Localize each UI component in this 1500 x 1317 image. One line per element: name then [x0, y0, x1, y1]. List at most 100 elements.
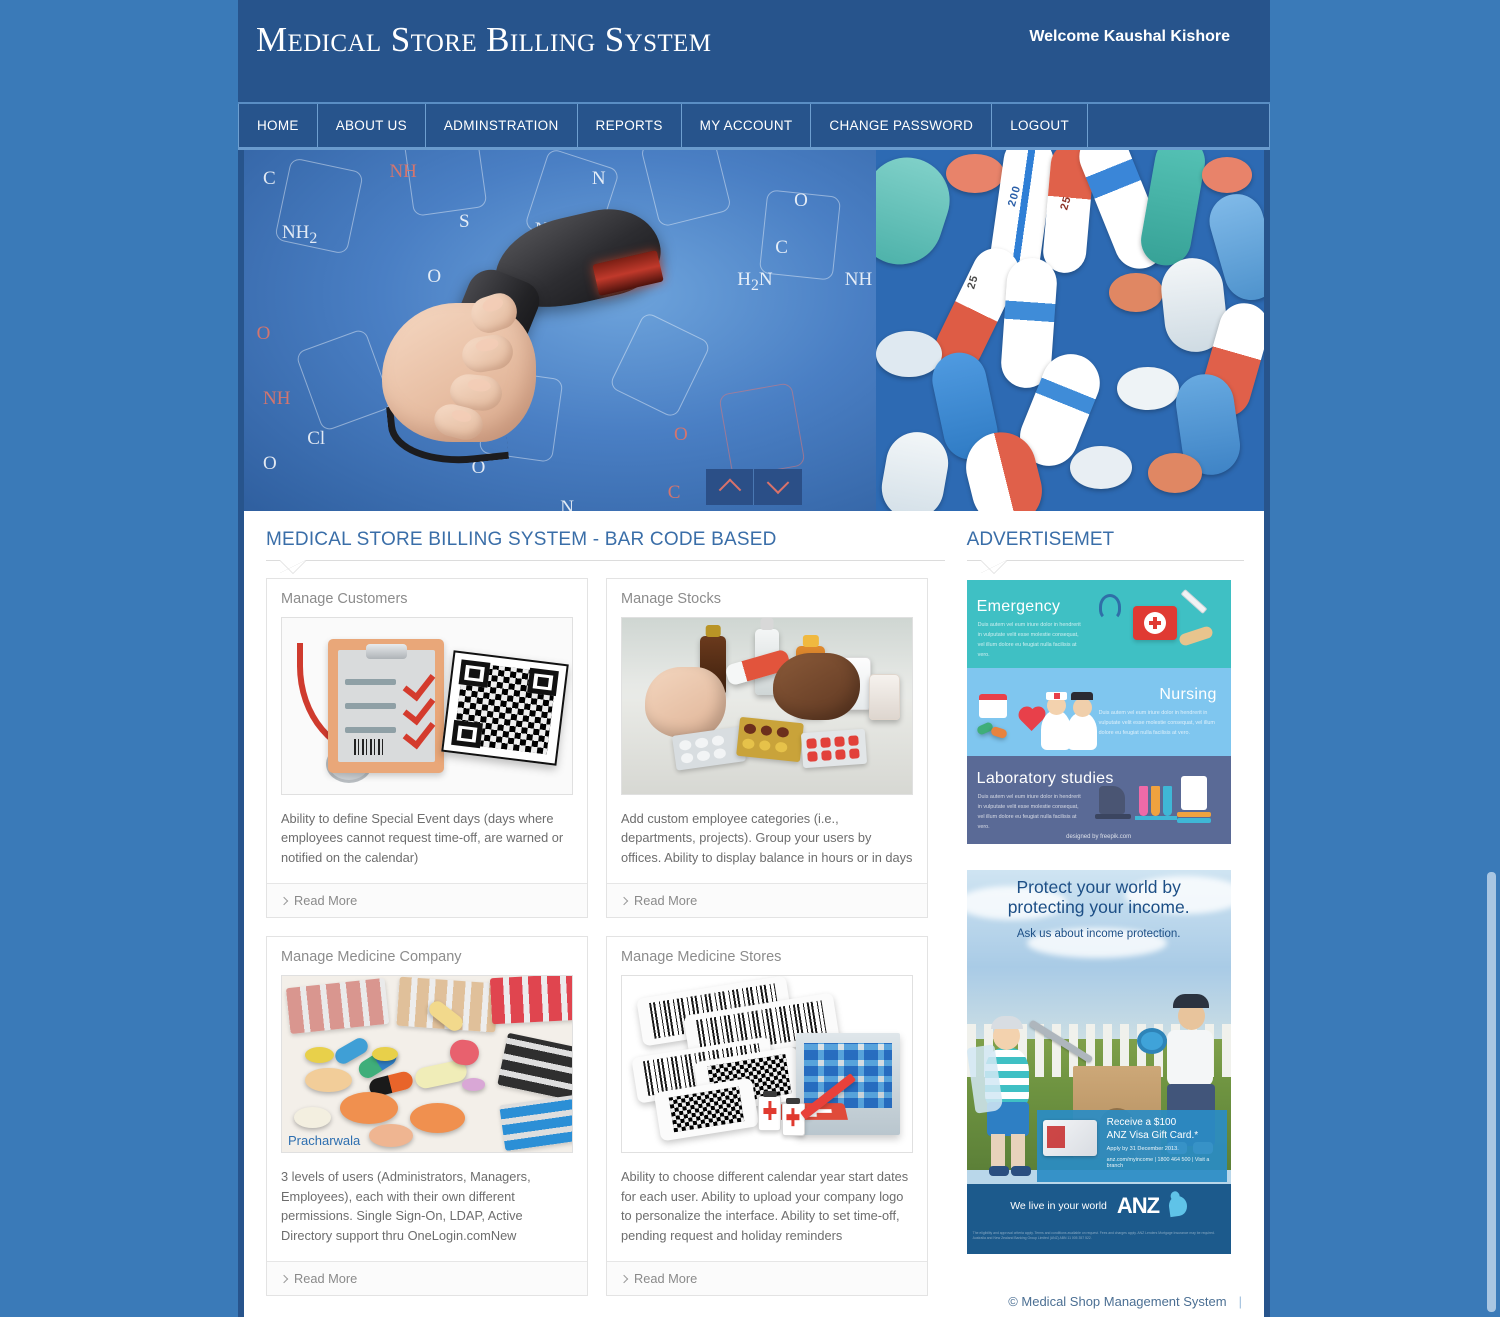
- nav-filler: [1088, 104, 1270, 147]
- advertisement-divider: [966, 560, 1244, 574]
- card-title: Manage Customers: [281, 591, 408, 607]
- nav-item-about-us[interactable]: ABOUT US: [318, 104, 426, 147]
- card-description: Ability to define Special Event days (da…: [281, 811, 564, 865]
- card-title: Manage Medicine Stores: [621, 949, 782, 966]
- chevron-right-icon: [619, 896, 629, 906]
- barcode-scanner-illustration: [345, 193, 712, 482]
- chevron-right-icon: [279, 896, 289, 906]
- nav-item-logout[interactable]: LOGOUT: [992, 104, 1088, 147]
- ad-promo-panel: Receive a $100 ANZ Visa Gift Card.* Appl…: [1036, 1110, 1227, 1182]
- content-area: MEDICAL STORE BILLING SYSTEM - BAR CODE …: [238, 511, 1270, 1317]
- card-image-manage-medicine-stores: [621, 975, 913, 1154]
- ad-promo-line2: ANZ Visa Gift Card.*: [1106, 1129, 1199, 1141]
- page-scrollbar[interactable]: [1487, 0, 1496, 1317]
- ad-block-body: Duis autem vel eum iriure dolor in hendr…: [1098, 710, 1215, 736]
- feature-card-manage-stocks[interactable]: Manage Stocks Add custom employee catego…: [606, 578, 928, 919]
- card-description: Ability to choose different calendar yea…: [621, 1169, 909, 1243]
- stethoscope-icon: [1098, 594, 1121, 620]
- ad-promo-links: anz.com/myincome | 1800 464 500 | Visit …: [1106, 1156, 1210, 1169]
- advertisement-banner-anz[interactable]: Protect your world by protecting your in…: [966, 870, 1231, 1254]
- test-tube-icon: [1138, 786, 1148, 816]
- chevron-down-icon: [766, 471, 790, 495]
- ad-block-emergency: Emergency Duis autem vel eum iriure dolo…: [966, 580, 1231, 668]
- ad-headline: Protect your world by protecting your in…: [967, 877, 1231, 917]
- slider-prev-button[interactable]: [706, 469, 754, 505]
- advertisement-title: ADVERTISEMET: [966, 529, 1115, 550]
- feature-card-manage-customers[interactable]: Manage Customers Ability to define Speci…: [266, 578, 588, 919]
- advertisement-banner-medical-infographic[interactable]: Emergency Duis autem vel eum iriure dolo…: [966, 580, 1231, 844]
- read-more-link-manage-customers[interactable]: Read More: [267, 883, 587, 918]
- chevron-right-icon: [279, 1274, 289, 1283]
- ad-block-heading: Emergency: [976, 598, 1061, 615]
- feature-card-grid: Manage Customers Ability to define Speci…: [266, 578, 945, 1297]
- nav-item-adminstration[interactable]: ADMINSTRATION: [426, 104, 578, 147]
- scrollbar-thumb[interactable]: [1487, 872, 1496, 1312]
- card-image-manage-medicine-company: Pracharwala: [281, 975, 573, 1154]
- feature-card-manage-medicine-company[interactable]: Manage Medicine Company Pracharwala 3 le…: [266, 936, 588, 1297]
- nav-item-change-password[interactable]: CHANGE PASSWORD: [811, 104, 993, 147]
- microscope-icon: [1098, 786, 1125, 814]
- visa-card-icon: [1042, 1120, 1097, 1156]
- ad-fine-print: The eligibility and approval criteria ap…: [966, 1228, 1231, 1254]
- ad-credit: designed by freepik.com: [1066, 834, 1132, 840]
- ad-headline-line2: protecting your income.: [1007, 896, 1190, 917]
- ad-headline-line1: Protect your world by: [1016, 877, 1181, 897]
- card-title: Manage Stocks: [621, 591, 721, 607]
- ad-subheadline: Ask us about income protection.: [1016, 928, 1181, 940]
- read-more-label: Read More: [634, 1271, 698, 1287]
- card-description: Add custom employee categories (i.e., de…: [621, 811, 913, 865]
- bandage-icon: [1177, 625, 1214, 647]
- site-footer: © Medical Shop Management System |: [238, 1286, 1270, 1317]
- card-title: Manage Medicine Company: [281, 949, 462, 966]
- anz-logo-mark-icon: [1167, 1194, 1189, 1218]
- books-icon: [1176, 812, 1211, 817]
- hero-image-scanner: C NH2 NH S O N N O C H2N NH O NH Cl O O …: [244, 150, 877, 511]
- slider-next-button[interactable]: [754, 469, 802, 505]
- site-header: Medical Store Billing System Welcome Kau…: [238, 0, 1270, 104]
- syringe-icon: [1180, 588, 1208, 615]
- main-navigation: HOME ABOUT US ADMINSTRATION REPORTS MY A…: [238, 104, 1270, 150]
- slider-controls: [706, 469, 802, 505]
- page-root: Medical Store Billing System Welcome Kau…: [0, 0, 1500, 1317]
- ad-block-heading: Laboratory studies: [976, 770, 1114, 787]
- ad-promo-line1: Receive a $100: [1106, 1117, 1177, 1128]
- site-shell: Medical Store Billing System Welcome Kau…: [238, 0, 1270, 1317]
- ad-brand-bar: We live in your world ANZ: [966, 1184, 1231, 1228]
- nav-item-home[interactable]: HOME: [238, 104, 318, 147]
- nav-item-my-account[interactable]: MY ACCOUNT: [682, 104, 812, 147]
- feature-column: MEDICAL STORE BILLING SYSTEM - BAR CODE …: [266, 529, 945, 1297]
- ad-tagline: We live in your world: [1010, 1200, 1107, 1212]
- ad-block-nursing: Nursing Duis autem vel eum iriure dolor …: [966, 668, 1231, 756]
- image-watermark: Pracharwala: [288, 1133, 361, 1149]
- calendar-icon: [978, 694, 1007, 718]
- advertisement-column: ADVERTISEMET Emergency Duis autem vel eu…: [966, 529, 1244, 1296]
- heart-icon: [1020, 709, 1043, 731]
- hero-image-pills: 200 25 25: [876, 150, 1264, 511]
- ad-block-heading: Nursing: [1159, 686, 1217, 703]
- card-description: 3 levels of users (Administrators, Manag…: [281, 1169, 531, 1243]
- card-image-manage-stocks: [621, 617, 913, 795]
- chevron-right-icon: [619, 1274, 629, 1283]
- clipboard-icon: [1180, 776, 1207, 810]
- first-aid-kit-icon: [1132, 606, 1177, 640]
- ad-block-laboratory: Laboratory studies Duis autem vel eum ir…: [966, 756, 1231, 844]
- page-title: MEDICAL STORE BILLING SYSTEM - BAR CODE …: [266, 529, 777, 550]
- chevron-up-icon: [718, 478, 741, 502]
- read-more-label: Read More: [634, 893, 698, 909]
- ad-block-body: Duis autem vel eum iriure dolor in hendr…: [977, 794, 1081, 830]
- welcome-user-label: Welcome Kaushal Kishore: [1029, 28, 1230, 45]
- ad-block-body: Duis autem vel eum iriure dolor in hendr…: [977, 622, 1081, 658]
- anz-logo: ANZ: [1116, 1193, 1160, 1218]
- footer-copyright: © Medical Shop Management System: [1008, 1294, 1227, 1309]
- read-more-label: Read More: [294, 1271, 358, 1287]
- feature-card-manage-medicine-stores[interactable]: Manage Medicine Stores Ability to choose…: [606, 936, 928, 1297]
- site-logo-title: Medical Store Billing System: [256, 20, 712, 59]
- card-image-manage-customers: [281, 617, 573, 795]
- title-divider: [266, 560, 945, 574]
- nav-item-reports[interactable]: REPORTS: [578, 104, 682, 147]
- read-more-link-manage-stocks[interactable]: Read More: [607, 883, 927, 918]
- ad-child-right: [1166, 1030, 1213, 1086]
- ad-promo-apply: Apply by 31 December 2013.: [1106, 1145, 1179, 1152]
- hero-slider[interactable]: C NH2 NH S O N N O C H2N NH O NH Cl O O …: [238, 150, 1270, 511]
- read-more-label: Read More: [294, 893, 358, 909]
